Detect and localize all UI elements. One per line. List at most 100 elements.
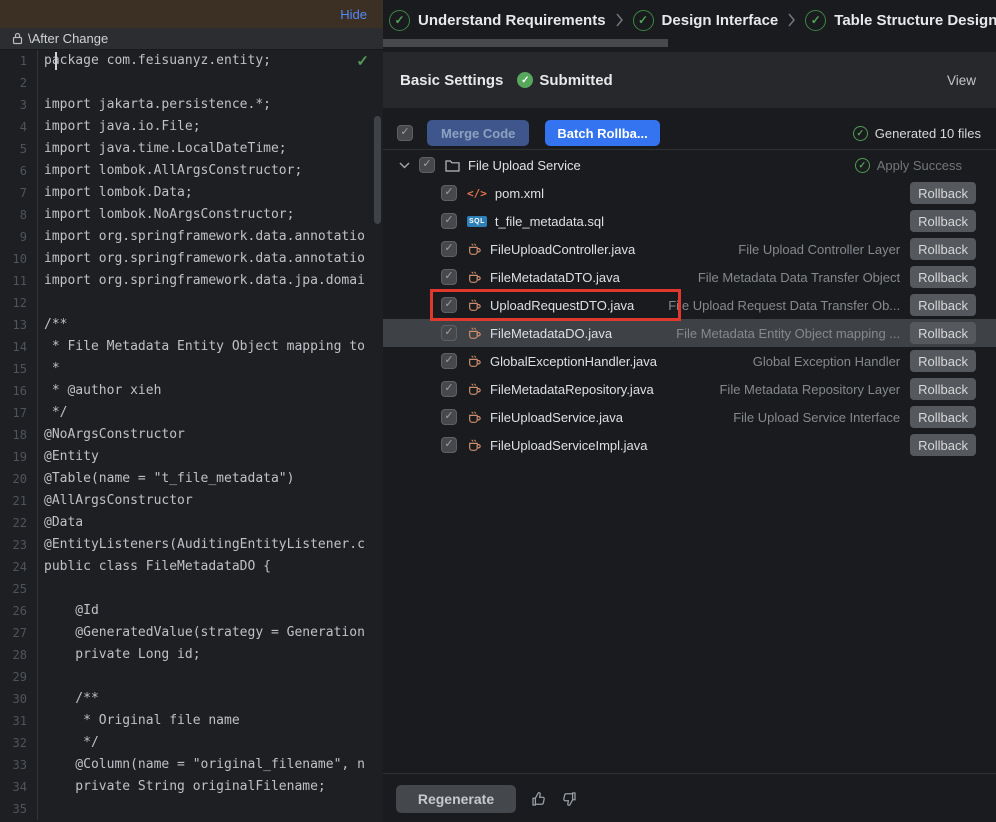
- code-line: 17 */: [0, 402, 383, 424]
- code-line: 11import org.springframework.data.jpa.do…: [0, 270, 383, 292]
- code-line: 14 * File Metadata Entity Object mapping…: [0, 336, 383, 358]
- rollback-button[interactable]: Rollback: [910, 350, 976, 372]
- hide-link[interactable]: Hide: [340, 7, 367, 22]
- file-row-filemetadatarepository[interactable]: ✓ FileMetadataRepository.java File Metad…: [383, 375, 996, 403]
- rollback-button[interactable]: Rollback: [910, 294, 976, 316]
- code-line: 21@AllArgsConstructor: [0, 490, 383, 512]
- java-file-icon: [467, 242, 482, 257]
- after-change-tab[interactable]: \After Change: [0, 28, 383, 50]
- code-line: 30 /**: [0, 688, 383, 710]
- code-line: 25: [0, 578, 383, 600]
- rollback-button[interactable]: Rollback: [910, 434, 976, 456]
- view-link[interactable]: View: [947, 73, 976, 88]
- code-line: 24public class FileMetadataDO {: [0, 556, 383, 578]
- basic-settings-card: Basic Settings ✓ Submitted View: [383, 52, 996, 108]
- code-line: 20@Table(name = "t_file_metadata"): [0, 468, 383, 490]
- rollback-button[interactable]: Rollback: [910, 266, 976, 288]
- java-file-icon: [467, 354, 482, 369]
- workflow-steps: ✓ Understand Requirements ✓ Design Inter…: [383, 0, 996, 40]
- code-line: 33 @Column(name = "original_filename", n: [0, 754, 383, 776]
- code-line: 6import lombok.AllArgsConstructor;: [0, 160, 383, 182]
- folder-icon: [445, 159, 460, 172]
- merge-code-button[interactable]: Merge Code: [427, 120, 529, 146]
- file-checkbox[interactable]: ✓: [441, 269, 457, 285]
- generated-check-icon: ✓: [853, 126, 868, 141]
- file-checkbox[interactable]: ✓: [441, 213, 457, 229]
- file-row-fileuploadcontroller[interactable]: ✓ FileUploadController.java File Upload …: [383, 235, 996, 263]
- code-line: 10import org.springframework.data.annota…: [0, 248, 383, 270]
- code-line: 34 private String originalFilename;: [0, 776, 383, 798]
- code-line: 15 *: [0, 358, 383, 380]
- code-area[interactable]: ✓ 1package com.feisuanyz.entity; 2 3impo…: [0, 50, 383, 820]
- step-table-structure-design[interactable]: ✓ Table Structure Design: [805, 10, 996, 31]
- code-line: 5import java.time.LocalDateTime;: [0, 138, 383, 160]
- code-line: 32 */: [0, 732, 383, 754]
- file-row-sql[interactable]: ✓ SQL t_file_metadata.sql Rollback: [383, 207, 996, 235]
- code-line: 8import lombok.NoArgsConstructor;: [0, 204, 383, 226]
- rollback-button[interactable]: Rollback: [910, 406, 976, 428]
- file-checkbox[interactable]: ✓: [441, 297, 457, 313]
- file-row-pom-xml[interactable]: ✓ </> pom.xml Rollback: [383, 179, 996, 207]
- file-checkbox[interactable]: ✓: [441, 241, 457, 257]
- step-check-icon: ✓: [633, 10, 654, 31]
- file-checkbox[interactable]: ✓: [441, 409, 457, 425]
- java-file-icon: [467, 438, 482, 453]
- java-file-icon: [467, 410, 482, 425]
- code-line: 28 private Long id;: [0, 644, 383, 666]
- file-checkbox[interactable]: ✓: [441, 381, 457, 397]
- editor-vertical-scrollbar[interactable]: [374, 116, 381, 224]
- file-row-uploadrequestdto[interactable]: ✓ UploadRequestDTO.java File Upload Requ…: [383, 291, 996, 319]
- file-row-fileuploadserviceimpl[interactable]: ✓ FileUploadServiceImpl.java Rollback: [383, 431, 996, 459]
- file-list-toolbar: ✓ Merge Code Batch Rollba... ✓ Generated…: [383, 118, 996, 148]
- code-line: 2: [0, 72, 383, 94]
- batch-rollback-button[interactable]: Batch Rollba...: [545, 120, 659, 146]
- step-design-interface[interactable]: ✓ Design Interface: [633, 10, 779, 31]
- file-checkbox[interactable]: ✓: [441, 437, 457, 453]
- tab-label: \After Change: [28, 31, 108, 46]
- rollback-button[interactable]: Rollback: [910, 182, 976, 204]
- thumbs-down-icon[interactable]: [560, 790, 578, 808]
- java-file-icon: [467, 298, 482, 313]
- group-checkbox[interactable]: ✓: [419, 157, 435, 173]
- file-row-globalexceptionhandler[interactable]: ✓ GlobalExceptionHandler.java Global Exc…: [383, 347, 996, 375]
- file-checkbox[interactable]: ✓: [441, 325, 457, 341]
- regenerate-button[interactable]: Regenerate: [396, 785, 516, 813]
- code-line: 35: [0, 798, 383, 820]
- code-line: 18@NoArgsConstructor: [0, 424, 383, 446]
- submitted-check-icon: ✓: [517, 72, 533, 88]
- code-line: 31 * Original file name: [0, 710, 383, 732]
- file-row-fileuploadservice[interactable]: ✓ FileUploadService.java File Upload Ser…: [383, 403, 996, 431]
- step-understand-requirements[interactable]: ✓ Understand Requirements: [389, 10, 606, 31]
- java-file-icon: [467, 326, 482, 341]
- code-line: 13/**: [0, 314, 383, 336]
- select-all-checkbox[interactable]: ✓: [397, 125, 413, 141]
- file-row-filemetadatadto[interactable]: ✓ FileMetadataDTO.java File Metadata Dat…: [383, 263, 996, 291]
- group-row-file-upload-service[interactable]: ✓ File Upload Service ✓ Apply Success: [383, 151, 996, 179]
- code-line: 19@Entity: [0, 446, 383, 468]
- java-file-icon: [467, 270, 482, 285]
- step-check-icon: ✓: [389, 10, 410, 31]
- horizontal-scrollbar[interactable]: [383, 39, 668, 47]
- code-line: 22@Data: [0, 512, 383, 534]
- thumbs-up-icon[interactable]: [530, 790, 548, 808]
- diff-editor-pane: Hide \After Change ✓ 1package com.feisua…: [0, 0, 383, 822]
- file-checkbox[interactable]: ✓: [441, 353, 457, 369]
- code-line: 23@EntityListeners(AuditingEntityListene…: [0, 534, 383, 556]
- chevron-down-icon[interactable]: [399, 162, 410, 169]
- chevron-right-icon: [615, 12, 624, 28]
- apply-status: ✓ Apply Success: [855, 158, 962, 173]
- code-line: 29: [0, 666, 383, 688]
- file-row-filemetadatado[interactable]: ✓ FileMetadataDO.java File Metadata Enti…: [383, 319, 996, 347]
- rollback-button[interactable]: Rollback: [910, 378, 976, 400]
- rollback-button[interactable]: Rollback: [910, 238, 976, 260]
- text-caret: [55, 52, 57, 70]
- chevron-right-icon: [787, 12, 796, 28]
- rollback-button[interactable]: Rollback: [910, 210, 976, 232]
- java-file-icon: [467, 382, 482, 397]
- file-checkbox[interactable]: ✓: [441, 185, 457, 201]
- apply-check-icon: ✓: [855, 158, 870, 173]
- code-line: 4import java.io.File;: [0, 116, 383, 138]
- rollback-button[interactable]: Rollback: [910, 322, 976, 344]
- code-line: 3import jakarta.persistence.*;: [0, 94, 383, 116]
- divider: [383, 773, 996, 774]
